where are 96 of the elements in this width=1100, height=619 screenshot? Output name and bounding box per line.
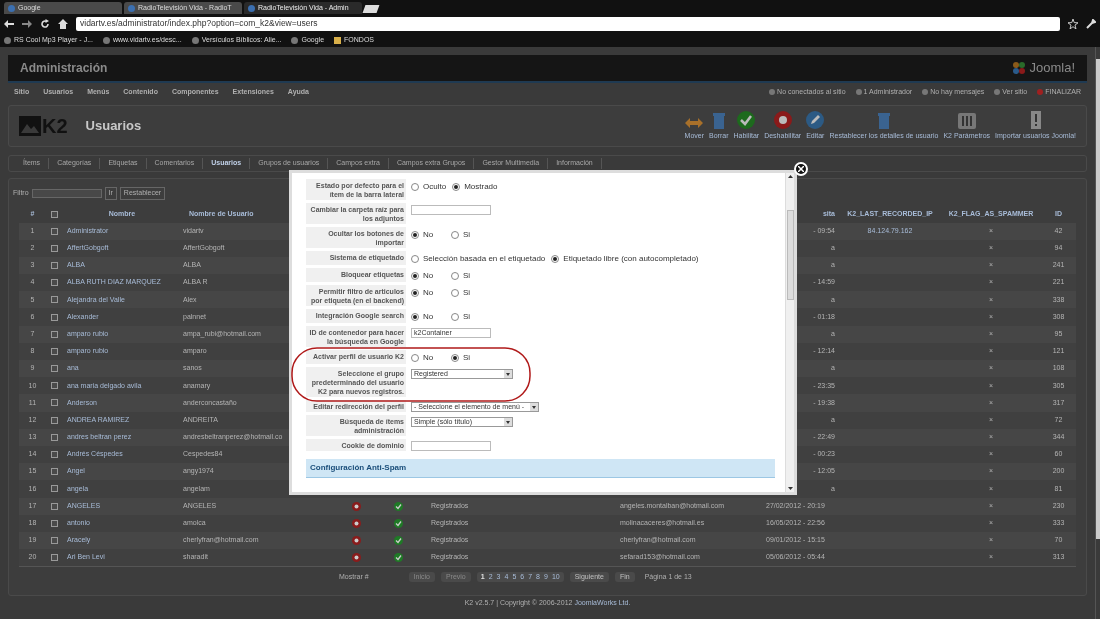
checkbox[interactable] <box>51 261 58 269</box>
radio-label: Etiquetado libre (con autocompletado) <box>563 253 699 265</box>
bookmark-icon <box>191 36 199 44</box>
status-icon <box>994 89 1001 95</box>
text-field[interactable] <box>411 205 491 215</box>
checkbox[interactable] <box>51 485 58 493</box>
radio-label: No <box>423 270 434 282</box>
radio-label: Si <box>463 229 471 241</box>
radio-button[interactable] <box>451 272 459 280</box>
checkbox[interactable] <box>51 296 58 304</box>
status-icon <box>769 89 776 95</box>
back-icon[interactable] <box>4 19 14 28</box>
radio-label: No <box>423 229 434 241</box>
radio-button[interactable] <box>451 313 459 321</box>
radio-button[interactable] <box>451 231 459 239</box>
checkbox[interactable] <box>51 433 58 441</box>
status-icon <box>855 89 862 95</box>
checkbox[interactable] <box>51 347 58 355</box>
favicon-icon <box>8 4 15 12</box>
radio-label: Si <box>463 311 471 323</box>
radio-button[interactable] <box>411 183 419 191</box>
wrench-icon[interactable] <box>1086 18 1096 29</box>
checkbox[interactable] <box>51 554 58 562</box>
status-icon <box>1037 89 1044 95</box>
check-icon <box>737 110 756 129</box>
radio-button[interactable] <box>551 255 560 263</box>
section-header: Configuración Anti-Spam <box>306 459 775 478</box>
scroll-up-icon[interactable] <box>786 173 794 180</box>
page-title: Usuarios <box>85 117 142 136</box>
bookmark-icon <box>4 36 11 44</box>
favicon-icon <box>128 4 135 12</box>
radio-button[interactable] <box>451 354 459 362</box>
checkbox[interactable] <box>51 210 58 218</box>
radio-button[interactable] <box>411 313 419 321</box>
trash-icon <box>711 110 726 129</box>
bookmark-icon <box>102 36 110 44</box>
checkbox[interactable] <box>51 330 58 338</box>
radio-button[interactable] <box>452 183 461 191</box>
checkbox[interactable] <box>51 519 58 527</box>
radio-label: Selección basada en el etiquetado <box>423 253 546 265</box>
pencil-icon <box>806 110 825 129</box>
radio-button[interactable] <box>411 255 419 263</box>
logo-text: Joomla! <box>1029 59 1075 78</box>
caret-icon <box>504 370 512 378</box>
checkbox[interactable] <box>51 399 58 407</box>
radio-button[interactable] <box>411 289 419 297</box>
checkbox[interactable] <box>51 502 58 510</box>
mountain-logo-icon <box>19 116 41 136</box>
scroll-thumb[interactable] <box>786 210 794 300</box>
star-icon[interactable] <box>1068 18 1078 29</box>
radio-label: Si <box>463 270 471 282</box>
radio-label: No <box>423 311 434 323</box>
radio-button[interactable] <box>451 289 459 297</box>
logo-icon <box>1012 61 1027 75</box>
checkbox[interactable] <box>51 451 58 459</box>
forward-icon[interactable] <box>22 19 32 28</box>
close-button[interactable] <box>794 162 808 176</box>
radio-label: Si <box>463 287 471 299</box>
info-icon <box>1030 110 1041 129</box>
checkbox[interactable] <box>51 279 58 287</box>
close-icon <box>798 166 804 172</box>
favicon-icon <box>248 4 255 12</box>
status-icon <box>922 89 929 95</box>
checkbox[interactable] <box>51 227 58 235</box>
radio-button[interactable] <box>411 272 419 280</box>
arrows-icon <box>685 116 704 129</box>
checkbox[interactable] <box>51 416 58 424</box>
caret-icon <box>504 418 512 426</box>
checkbox[interactable] <box>51 313 58 321</box>
dialog-scrollbar[interactable] <box>785 173 794 492</box>
admin-header: Administración Joomla! <box>8 55 1087 83</box>
trash-icon <box>876 110 891 129</box>
radio-label: Oculto <box>423 181 447 193</box>
bookmark-icon <box>291 36 299 44</box>
stop-icon <box>773 110 792 129</box>
text-field[interactable] <box>411 441 491 451</box>
radio-label: Mostrado <box>464 181 498 193</box>
checkbox[interactable] <box>51 536 58 544</box>
bookmark-icon <box>334 36 342 44</box>
new-tab-button[interactable] <box>362 5 380 13</box>
scroll-down-icon[interactable] <box>786 485 794 492</box>
checkbox[interactable] <box>51 365 58 373</box>
checkbox[interactable] <box>51 244 58 252</box>
reload-icon[interactable] <box>40 18 50 29</box>
caret-icon <box>530 403 539 411</box>
address-field[interactable]: vidartv.es/administrator/index.php?option=com_k2&view=users <box>76 16 1060 31</box>
radio-label: No <box>423 287 434 299</box>
radio-button[interactable] <box>411 231 419 239</box>
radio-label: No <box>423 352 434 364</box>
radio-button[interactable] <box>411 354 419 362</box>
checkbox[interactable] <box>51 382 58 390</box>
home-icon[interactable] <box>58 18 68 29</box>
radio-label: Si <box>463 352 471 364</box>
filter-field[interactable] <box>31 188 102 198</box>
checkbox[interactable] <box>51 468 58 476</box>
sliders-icon <box>957 112 976 129</box>
